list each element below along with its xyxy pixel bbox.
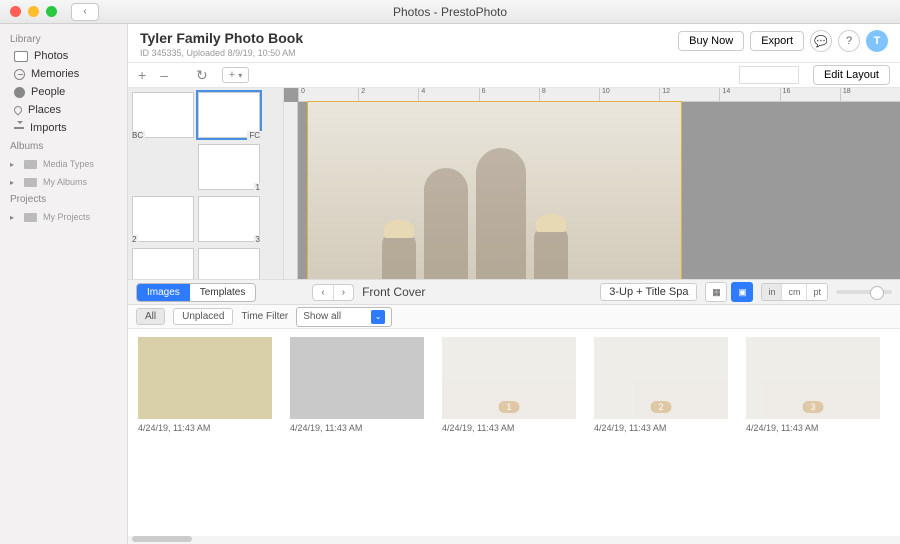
tray-image[interactable]: 4/24/19, 11:43 AM <box>290 337 424 528</box>
imports-icon <box>14 127 24 129</box>
page-size-field[interactable] <box>739 66 799 84</box>
window-title: Photos - PrestoPhoto <box>393 5 507 19</box>
next-page-button[interactable]: › <box>333 285 353 300</box>
sidebar-item-memories[interactable]: Memories <box>0 65 127 83</box>
page-thumb[interactable] <box>198 144 260 190</box>
unit-cm[interactable]: cm <box>781 284 806 300</box>
images-templates-segment[interactable]: Images Templates <box>136 283 256 302</box>
sidebar-item-my-projects[interactable]: ▸My Projects <box>0 209 127 225</box>
tray-image[interactable]: 1 4/24/19, 11:43 AM <box>442 337 576 528</box>
placed-count-badge: 1 <box>498 401 519 413</box>
unit-pt[interactable]: pt <box>806 284 827 300</box>
export-button[interactable]: Export <box>750 31 804 51</box>
placed-count-badge: 3 <box>802 401 823 413</box>
unit-in[interactable]: in <box>762 284 781 300</box>
page-thumb[interactable] <box>132 248 194 279</box>
buy-now-button[interactable]: Buy Now <box>678 31 744 51</box>
content-area: Tyler Family Photo Book ID 345335, Uploa… <box>128 24 900 544</box>
chat-icon[interactable]: 💬 <box>810 30 832 52</box>
page-thumbnails: BC FC 1 2 3 4 5 6 7 <box>128 88 284 279</box>
filter-unplaced-button[interactable]: Unplaced <box>173 308 233 325</box>
page-thumb[interactable] <box>132 196 194 242</box>
sidebar-item-photos[interactable]: Photos <box>0 47 127 65</box>
page-nav-segment: ‹ › <box>312 284 354 301</box>
cover-page[interactable]: Tyler Family Photo Book Holiday and Trav… <box>308 102 681 279</box>
chevron-down-icon: ▾ <box>238 71 242 80</box>
cover-photo[interactable] <box>308 102 681 279</box>
layout-canvas[interactable]: 024681012141618 Tyler Family Photo Book <box>284 88 900 279</box>
layout-name-field[interactable]: 3-Up + Title Spa <box>600 283 697 301</box>
add-page-button[interactable]: + <box>138 67 146 83</box>
tab-images[interactable]: Images <box>137 284 190 301</box>
layout-grid-button[interactable]: ▦ <box>705 282 727 302</box>
project-meta: ID 345335, Uploaded 8/9/19, 10:50 AM <box>140 48 303 58</box>
layout-fit-button[interactable]: ▣ <box>731 282 753 302</box>
units-segment[interactable]: in cm pt <box>761 283 828 301</box>
tray-scrollbar[interactable] <box>128 536 900 544</box>
sidebar-group-header: Library <box>0 30 127 47</box>
prev-page-button[interactable]: ‹ <box>313 285 332 300</box>
filter-all-button[interactable]: All <box>136 308 165 325</box>
ruler-vertical <box>284 102 298 279</box>
tray-image[interactable]: 2 4/24/19, 11:43 AM <box>594 337 728 528</box>
remove-page-button[interactable]: – <box>160 67 168 83</box>
tab-templates[interactable]: Templates <box>190 284 256 301</box>
user-avatar[interactable]: T <box>866 30 888 52</box>
traffic-lights <box>10 6 57 17</box>
places-icon <box>12 104 23 115</box>
sidebar-item-media-types[interactable]: ▸Media Types <box>0 156 127 172</box>
minimize-window-button[interactable] <box>28 6 39 17</box>
back-button[interactable]: ‹ <box>71 3 99 21</box>
sidebar: Library Photos Memories People Places Im… <box>0 24 128 544</box>
editor-footer-bar: Images Templates ‹ › Front Cover 3-Up + … <box>128 279 900 305</box>
page-thumb[interactable] <box>198 248 260 279</box>
page-toolbar: + – ↻ + ▾ Edit Layout <box>128 62 900 88</box>
tray-image[interactable]: 4/24/19, 11:43 AM <box>138 337 272 528</box>
zoom-window-button[interactable] <box>46 6 57 17</box>
time-filter-label: Time Filter <box>241 311 288 322</box>
page-thumb[interactable] <box>198 196 260 242</box>
sidebar-item-places[interactable]: Places <box>0 101 127 119</box>
sidebar-group-header: Albums <box>0 137 127 154</box>
ruler-horizontal: 024681012141618 <box>298 88 900 102</box>
refresh-button[interactable]: ↻ <box>196 67 208 84</box>
chevron-left-icon: ‹ <box>83 6 86 17</box>
photos-icon <box>14 51 28 62</box>
close-window-button[interactable] <box>10 6 21 17</box>
edit-layout-button[interactable]: Edit Layout <box>813 65 890 85</box>
sidebar-item-my-albums[interactable]: ▸My Albums <box>0 174 127 190</box>
sidebar-item-imports[interactable]: Imports <box>0 119 127 137</box>
sidebar-item-people[interactable]: People <box>0 83 127 101</box>
help-icon[interactable]: ? <box>838 30 860 52</box>
image-filter-bar: All Unplaced Time Filter Show all ⌄ <box>128 305 900 329</box>
disclosure-triangle-icon[interactable]: ▸ <box>10 160 18 169</box>
placed-count-badge: 2 <box>650 401 671 413</box>
add-menu-button[interactable]: + ▾ <box>222 67 250 83</box>
time-filter-select[interactable]: Show all ⌄ <box>296 307 392 327</box>
memories-icon <box>14 69 25 80</box>
image-tray: 4/24/19, 11:43 AM 4/24/19, 11:43 AM 1 4/… <box>128 329 900 536</box>
sidebar-group-header: Projects <box>0 190 127 207</box>
window-titlebar: ‹ Photos - PrestoPhoto <box>0 0 900 24</box>
chevron-updown-icon: ⌄ <box>371 310 385 324</box>
folder-icon <box>24 213 37 222</box>
project-header: Tyler Family Photo Book ID 345335, Uploa… <box>128 24 900 62</box>
project-title: Tyler Family Photo Book <box>140 30 303 46</box>
folder-icon <box>24 178 37 187</box>
tray-image[interactable]: 3 4/24/19, 11:43 AM <box>746 337 880 528</box>
current-page-label: Front Cover <box>362 285 425 299</box>
people-icon <box>14 87 25 98</box>
folder-icon <box>24 160 37 169</box>
zoom-slider[interactable] <box>836 290 892 294</box>
disclosure-triangle-icon[interactable]: ▸ <box>10 178 18 187</box>
disclosure-triangle-icon[interactable]: ▸ <box>10 213 18 222</box>
